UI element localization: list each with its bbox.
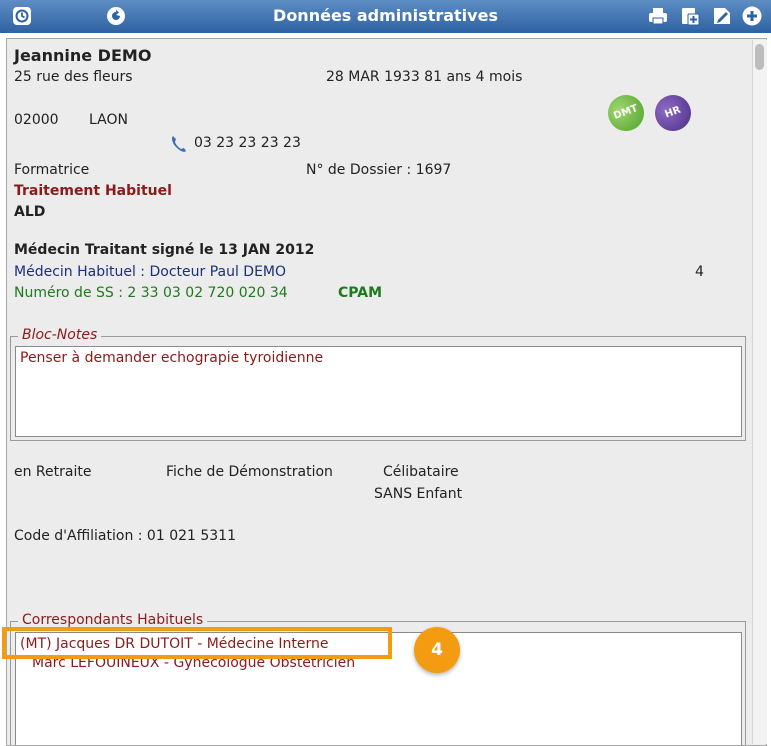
bloc-notes-textarea[interactable]: Penser à demander echograpie tyroidienne (15, 346, 742, 437)
ald-label: ALD (14, 204, 46, 220)
patient-phone: 03 23 23 23 23 (194, 135, 301, 151)
scrollbar[interactable] (752, 40, 767, 744)
history-icon[interactable] (12, 6, 32, 26)
ss-number: Numéro de SS : 2 33 03 02 720 020 34 (14, 285, 288, 301)
patient-birth: 28 MAR 1933 81 ans 4 mois (326, 69, 523, 85)
mt-signed: Médecin Traitant signé le 13 JAN 2012 (14, 242, 315, 258)
treatment-link[interactable]: Traitement Habituel (14, 183, 172, 199)
children-status: SANS Enfant (374, 486, 463, 502)
patient-address: 25 rue des fleurs (14, 69, 133, 85)
patient-name: Jeannine DEMO (14, 46, 152, 65)
ss-organism: CPAM (338, 285, 383, 301)
phone-icon (172, 136, 186, 152)
retirement-status: en Retraite (14, 464, 92, 480)
scrollbar-thumb[interactable] (755, 44, 764, 70)
dossier-number: N° de Dossier : 1697 (306, 162, 452, 178)
bloc-notes-text: Penser à demander echograpie tyroidienne (20, 350, 324, 366)
marital-status: Célibataire (383, 464, 459, 480)
refresh-icon[interactable] (106, 6, 126, 26)
fiche-label: Fiche de Démonstration (166, 464, 333, 480)
habitual-doctor[interactable]: Médecin Habituel : Docteur Paul DEMO (14, 264, 286, 280)
add-icon[interactable] (742, 6, 762, 26)
patient-city: LAON (89, 112, 128, 128)
affiliation-code: Code d'Affiliation : 01 021 5311 (14, 528, 236, 544)
correspondants-legend: Correspondants Habituels (18, 612, 208, 628)
print-icon[interactable] (648, 6, 668, 26)
bloc-notes-legend: Bloc-Notes (18, 327, 102, 343)
add-document-icon[interactable] (680, 6, 700, 26)
patient-postcode: 02000 (14, 112, 59, 128)
edit-document-icon[interactable] (712, 6, 732, 26)
doctor-count: 4 (695, 264, 704, 280)
callout-number: 4 (414, 627, 460, 673)
patient-profession: Formatrice (14, 162, 90, 178)
callout-highlight (2, 627, 392, 659)
